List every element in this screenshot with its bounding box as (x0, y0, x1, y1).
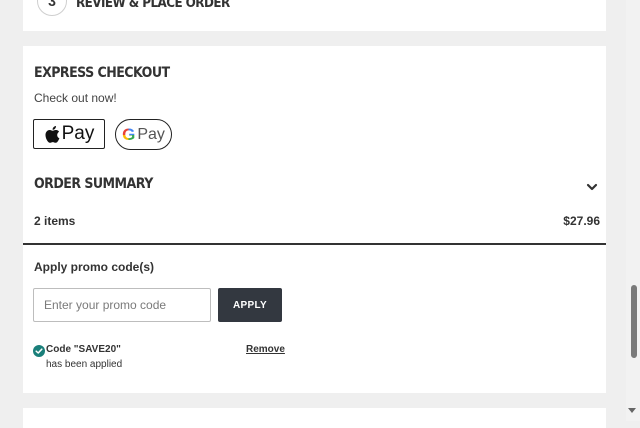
checkout-card: EXPRESS CHECKOUT Check out now! Pay G Pa… (23, 46, 606, 393)
applied-status-text: has been applied (46, 359, 123, 370)
next-card (23, 408, 606, 428)
step-number: 3 (37, 0, 67, 16)
summary-divider (23, 243, 606, 245)
express-checkout-subtitle: Check out now! (34, 91, 117, 105)
express-checkout-heading: EXPRESS CHECKOUT (34, 65, 170, 81)
order-summary-heading: ORDER SUMMARY (34, 176, 153, 192)
promo-code-input[interactable] (33, 288, 211, 322)
applied-code-text: Code "SAVE20" (46, 344, 121, 355)
item-count: 2 items (34, 214, 76, 228)
order-total: $27.96 (563, 214, 600, 228)
google-g-icon: G (122, 124, 136, 144)
step-title: REVIEW & PLACE ORDER (76, 0, 230, 11)
chevron-down-icon[interactable] (586, 180, 598, 192)
check-circle-icon (33, 344, 45, 357)
scrollbar-thumb[interactable] (631, 285, 637, 358)
step-card: 3 REVIEW & PLACE ORDER (23, 0, 606, 31)
google-pay-label: Pay (137, 125, 165, 143)
apple-pay-label: Pay (61, 123, 95, 144)
scroll-down-arrow-icon[interactable] (628, 408, 636, 413)
remove-promo-link[interactable]: Remove (246, 344, 285, 355)
apple-pay-button[interactable]: Pay (33, 119, 105, 149)
apply-button[interactable]: APPLY (218, 288, 282, 322)
google-pay-button[interactable]: G Pay (115, 119, 172, 150)
promo-label: Apply promo code(s) (34, 260, 155, 274)
apple-logo-icon (44, 125, 60, 144)
